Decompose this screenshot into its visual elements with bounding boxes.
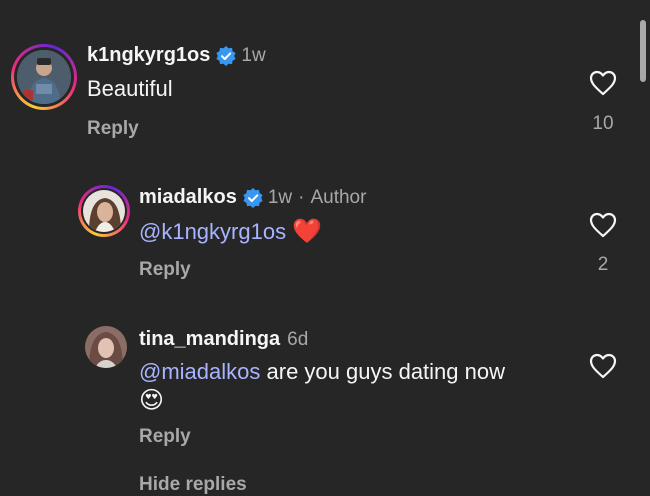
avatar-image — [85, 326, 127, 368]
verified-badge-icon — [216, 45, 236, 66]
comment-header: tina_mandinga 6d — [139, 328, 308, 351]
reply-button[interactable]: Reply — [87, 118, 139, 140]
comment-time: 1w — [267, 186, 293, 208]
heart-eyes-emoji: 😍 — [139, 386, 165, 414]
verified-badge-icon — [243, 187, 263, 208]
like-heart-icon[interactable] — [589, 212, 617, 238]
like-heart-icon[interactable] — [589, 353, 617, 379]
username[interactable]: k1ngkyrg1os — [87, 44, 210, 67]
comment-header: miadalkos 1w · Author — [139, 186, 366, 209]
avatar[interactable] — [17, 50, 71, 104]
comment-time: 1w — [241, 44, 266, 66]
comment-body: are you guys dating now — [266, 359, 506, 384]
comment-header: k1ngkyrg1os 1w — [87, 44, 266, 67]
like-count: 10 — [592, 113, 614, 134]
comment-text: @k1ngkyrg1os ❤️ — [139, 216, 322, 247]
like-heart-icon[interactable] — [589, 70, 617, 96]
comment-text: @miadalkos are you guys dating now — [139, 357, 505, 387]
like-count: 2 — [597, 254, 609, 275]
reply-button[interactable]: Reply — [139, 259, 191, 281]
separator-dot: · — [298, 186, 305, 208]
scrollbar[interactable] — [640, 20, 646, 82]
avatar[interactable] — [85, 326, 127, 368]
avatar-image — [83, 190, 125, 232]
comment-time: 6d — [287, 328, 309, 350]
avatar[interactable] — [83, 190, 125, 232]
heart-emoji: ❤️ — [292, 217, 323, 245]
comment-text: Beautiful — [87, 76, 173, 101]
reply-button[interactable]: Reply — [139, 426, 191, 448]
username[interactable]: tina_mandinga — [139, 328, 280, 351]
username[interactable]: miadalkos — [139, 186, 237, 209]
hide-replies-button[interactable]: Hide replies — [139, 474, 247, 496]
author-label: Author — [310, 186, 367, 208]
mention-link[interactable]: @miadalkos — [139, 359, 260, 384]
avatar-image — [17, 50, 71, 104]
mention-link[interactable]: @k1ngkyrg1os — [139, 219, 286, 244]
